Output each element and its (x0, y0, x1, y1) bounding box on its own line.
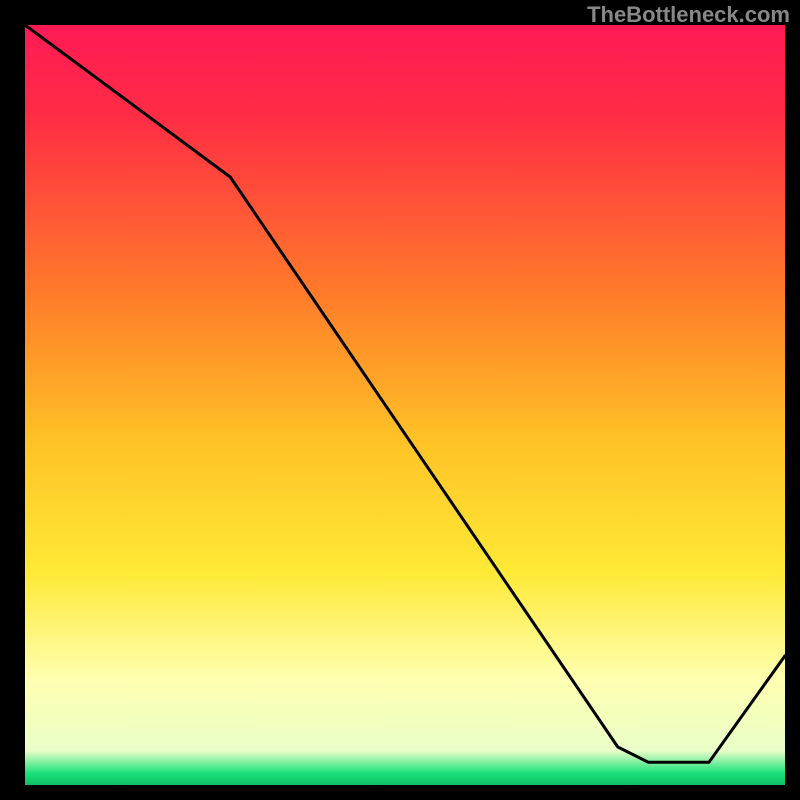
data-line (25, 25, 785, 762)
chart-frame: TheBottleneck.com (0, 0, 800, 800)
line-layer (25, 25, 785, 785)
watermark-text: TheBottleneck.com (587, 2, 790, 28)
plot-area (25, 25, 785, 785)
